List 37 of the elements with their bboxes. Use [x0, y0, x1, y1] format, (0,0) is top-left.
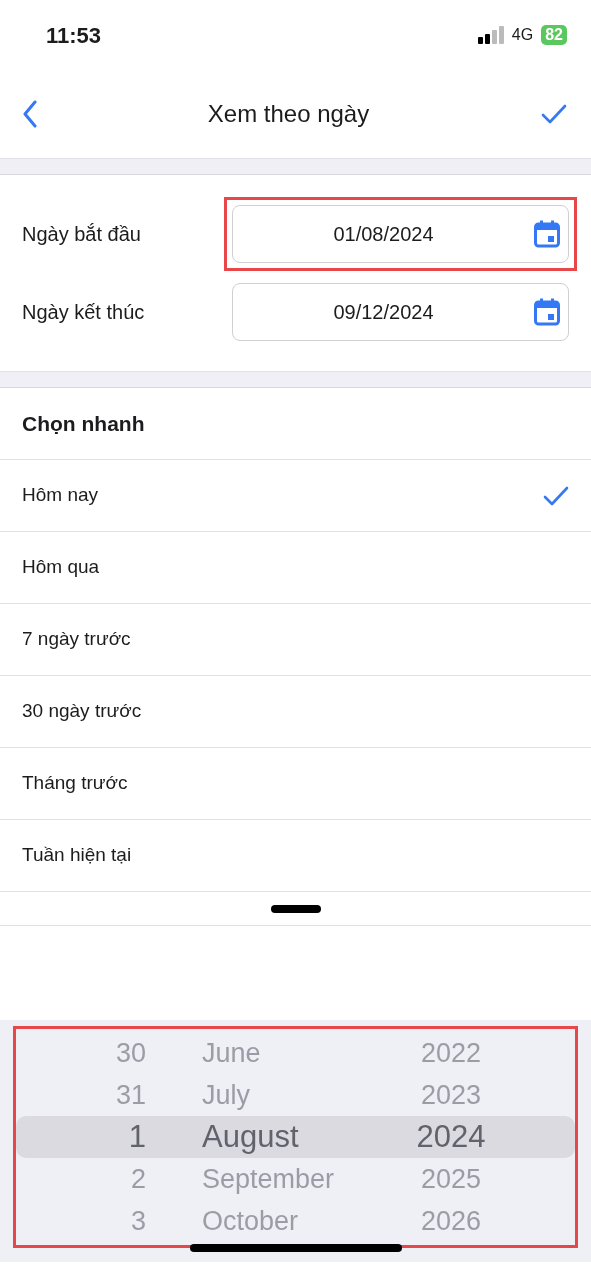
picker-day[interactable]: 1: [16, 1113, 146, 1161]
date-picker[interactable]: 30 June 2022 31 July 2023 1 August 2024 2 September 2025 3 October 2026: [13, 1026, 578, 1248]
picker-day[interactable]: 30: [16, 1032, 146, 1074]
back-button[interactable]: [22, 100, 38, 128]
calendar-icon[interactable]: [534, 298, 560, 326]
battery-level: 82: [541, 25, 567, 45]
network-label: 4G: [511, 25, 534, 45]
quick-option[interactable]: 30 ngày trước: [0, 676, 591, 748]
picker-day[interactable]: 2: [16, 1158, 146, 1200]
picker-month[interactable]: October: [146, 1200, 386, 1242]
picker-month[interactable]: June: [146, 1032, 386, 1074]
field-label: Ngày bắt đầu: [22, 222, 142, 247]
calendar-icon[interactable]: [534, 220, 560, 248]
picker-year[interactable]: 2025: [386, 1158, 516, 1200]
signal-icon: [477, 26, 504, 44]
quick-option[interactable]: Tháng trước: [0, 748, 591, 820]
picker-day[interactable]: 3: [16, 1200, 146, 1242]
status-time: 11:53: [46, 21, 102, 50]
picker-year[interactable]: 2026: [386, 1200, 516, 1242]
picker-day[interactable]: 31: [16, 1074, 146, 1116]
picker-month[interactable]: August: [146, 1113, 386, 1161]
drag-handle[interactable]: [270, 904, 321, 913]
quick-option[interactable]: Hôm qua: [0, 532, 591, 604]
confirm-button[interactable]: [539, 103, 569, 125]
picker-month[interactable]: July: [146, 1074, 386, 1116]
picker-year[interactable]: 2024: [386, 1113, 516, 1161]
field-label: Ngày kết thúc: [22, 300, 146, 325]
date-field[interactable]: 09/12/2024: [232, 283, 569, 341]
quick-option[interactable]: Hôm nay: [0, 460, 591, 532]
quick-option[interactable]: 7 ngày trước: [0, 604, 591, 676]
quick-option[interactable]: Tuần hiện tại: [0, 820, 591, 892]
picker-year[interactable]: 2023: [386, 1074, 516, 1116]
section-heading: Chọn nhanh: [0, 388, 591, 460]
picker-year[interactable]: 2022: [386, 1032, 516, 1074]
screen-title: Xem theo ngày: [207, 99, 370, 129]
date-field[interactable]: 01/08/2024: [232, 205, 569, 263]
picker-month[interactable]: September: [146, 1158, 386, 1200]
